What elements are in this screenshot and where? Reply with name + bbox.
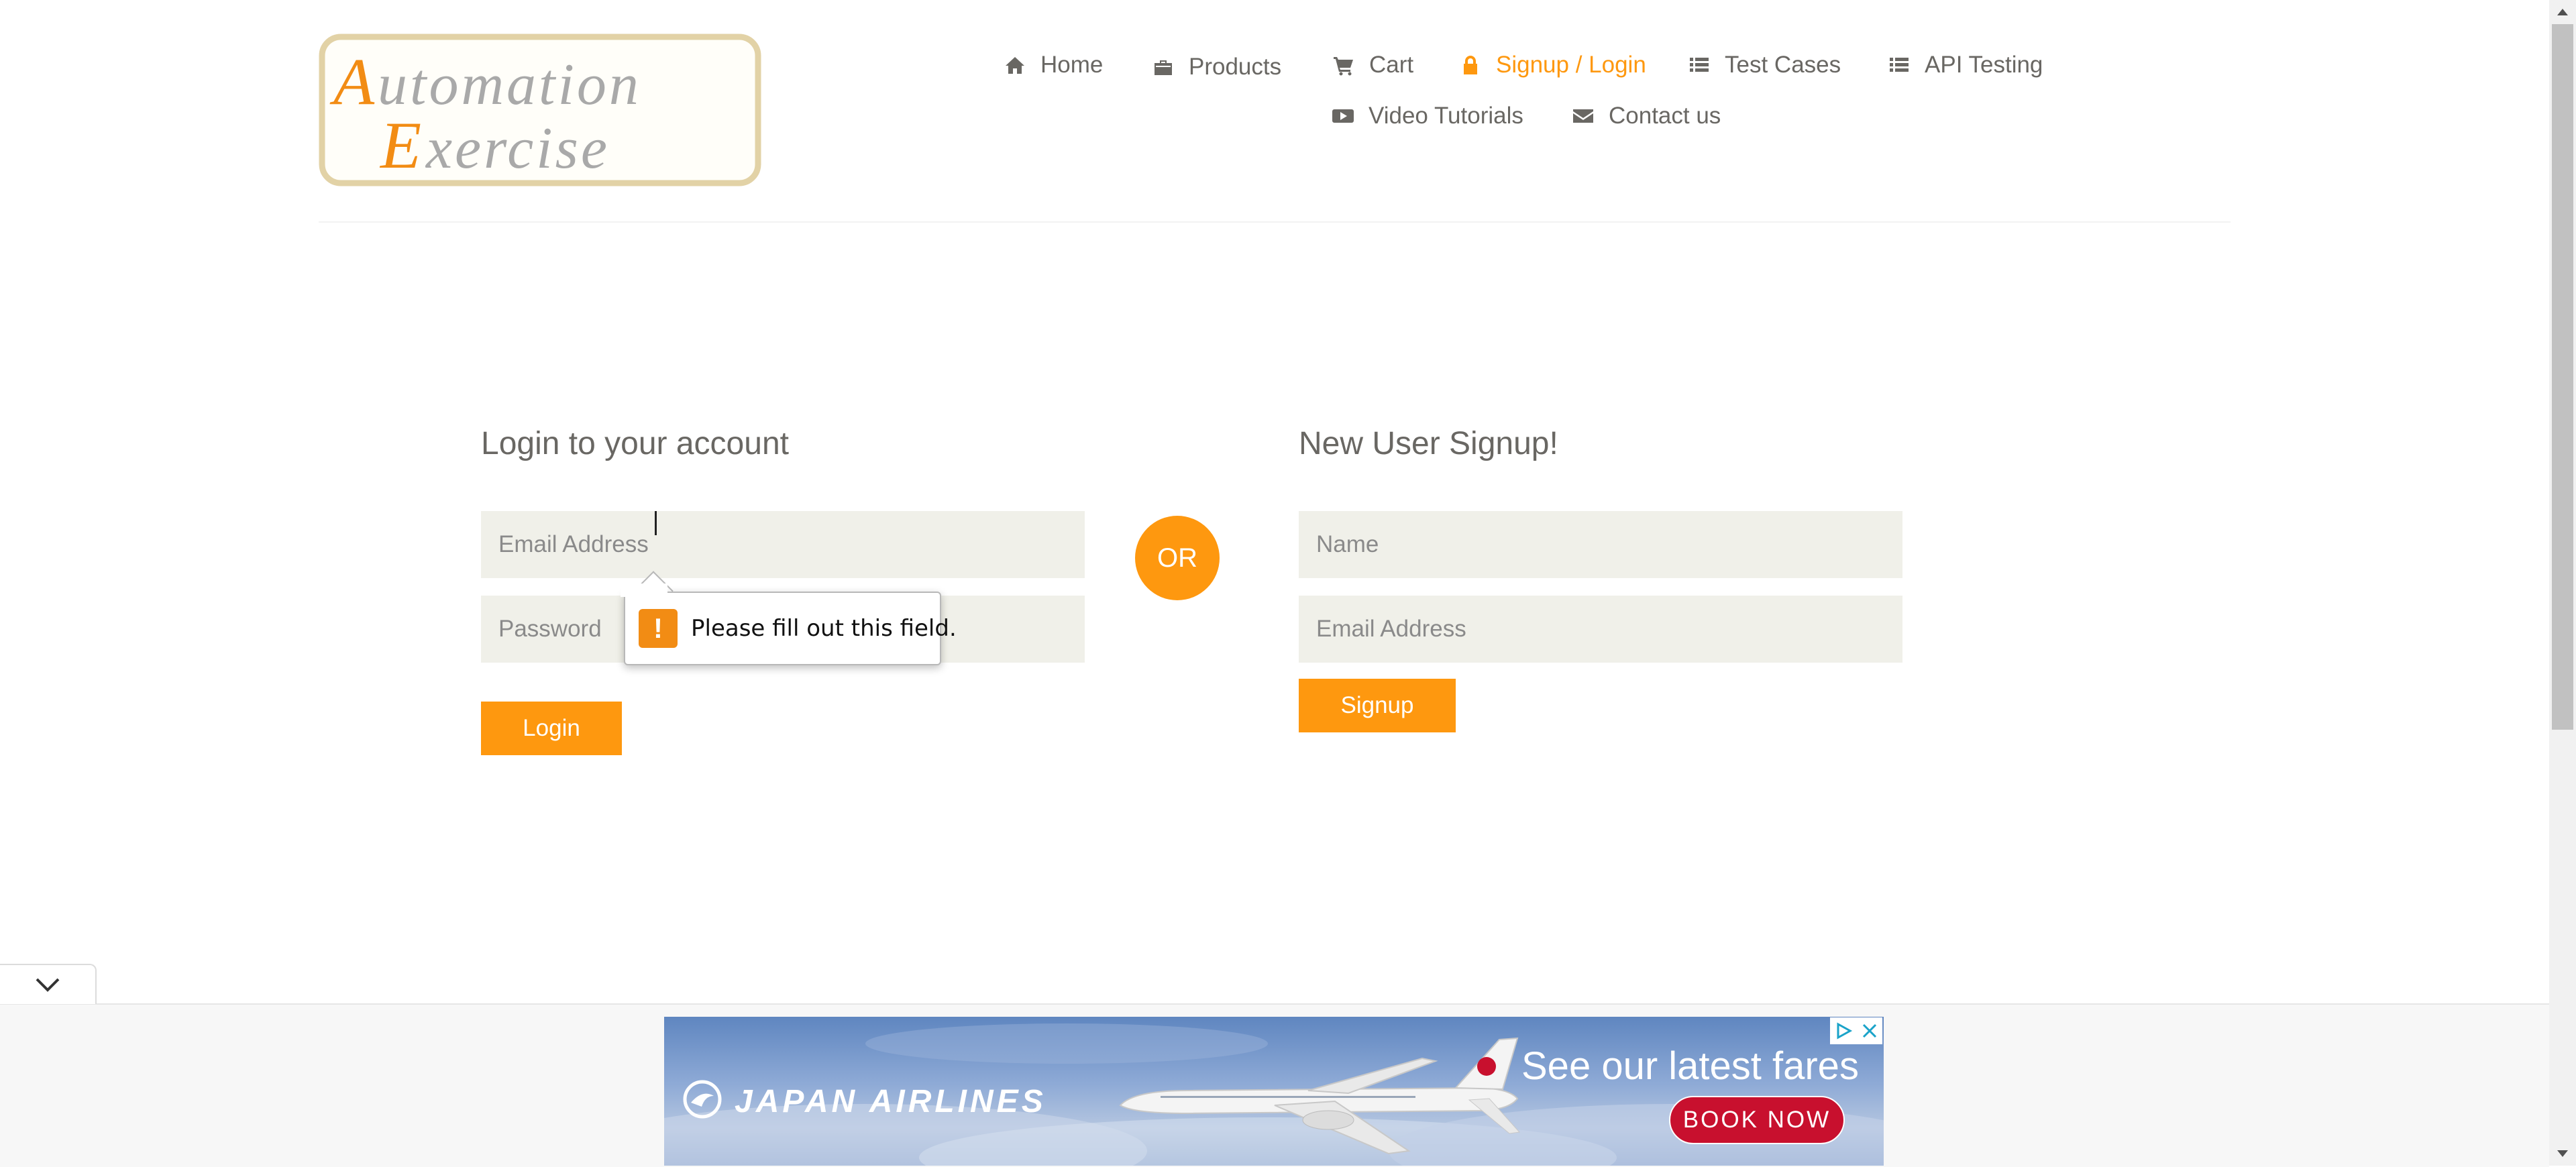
nav-api-testing-label: API Testing	[1925, 52, 2043, 78]
tooltip-arrow-mask	[621, 584, 667, 597]
login-email-input[interactable]	[481, 511, 1085, 578]
ad-headline: See our latest fares	[1521, 1044, 1859, 1088]
nav-test-cases-label: Test Cases	[1725, 52, 1841, 78]
nav-test-cases[interactable]: Test Cases	[1688, 52, 1841, 78]
nav-home[interactable]: Home	[1004, 52, 1103, 78]
nav-video-tutorials[interactable]: Video Tutorials	[1332, 103, 1523, 129]
signup-name-input[interactable]	[1299, 511, 1902, 578]
nav-video-tutorials-label: Video Tutorials	[1368, 103, 1523, 129]
login-heading: Login to your account	[481, 426, 789, 461]
youtube-icon	[1332, 109, 1354, 123]
scroll-down-button[interactable]	[2549, 1142, 2576, 1166]
site-logo[interactable]: A utomation E xercise	[319, 34, 761, 186]
ad-book-now-button[interactable]: BOOK NOW	[1669, 1096, 1845, 1144]
triangle-up-icon	[2557, 9, 2568, 15]
signup-button[interactable]: Signup	[1299, 679, 1456, 732]
ad-brand: JAPAN AIRLINES	[735, 1084, 1046, 1119]
nav-contact-us[interactable]: Contact us	[1572, 103, 1721, 129]
login-button[interactable]: Login	[481, 702, 622, 755]
signup-email-input[interactable]	[1299, 596, 1902, 663]
svg-text:xercise: xercise	[425, 116, 610, 181]
envelope-icon	[1573, 109, 1593, 123]
briefcase-icon	[1155, 60, 1172, 75]
jal-crane-logo-icon	[683, 1080, 722, 1119]
warning-icon: !	[639, 609, 678, 648]
validation-message: Please fill out this field.	[691, 615, 957, 642]
header-divider	[319, 221, 2231, 223]
nav-cart[interactable]: Cart	[1333, 52, 1413, 78]
nav-contact-us-label: Contact us	[1609, 103, 1721, 129]
list-icon	[1890, 58, 1909, 72]
text-caret	[655, 511, 657, 535]
lock-icon	[1464, 56, 1477, 74]
triangle-down-icon	[2557, 1150, 2568, 1157]
ad-choices-icon[interactable]	[1833, 1021, 1854, 1041]
nav-cart-label: Cart	[1369, 52, 1414, 78]
svg-text:A: A	[329, 44, 375, 119]
svg-text:E: E	[379, 108, 421, 182]
ad-collapse-button[interactable]	[0, 964, 97, 1004]
home-icon	[1006, 57, 1024, 74]
nav-signup-login[interactable]: Signup / Login	[1460, 52, 1646, 78]
chevron-down-icon	[36, 978, 60, 992]
close-icon[interactable]	[1860, 1021, 1880, 1041]
validation-tooltip: ! Please fill out this field.	[624, 592, 957, 665]
scroll-up-button[interactable]	[2549, 0, 2576, 24]
nav-signup-login-label: Signup / Login	[1496, 52, 1646, 78]
ad-choices[interactable]	[1830, 1017, 1882, 1044]
list-icon	[1690, 58, 1709, 72]
or-divider: OR	[1135, 516, 1220, 600]
airplane-image	[1119, 1037, 1521, 1155]
nav-products[interactable]: Products	[1152, 54, 1281, 80]
cart-icon	[1334, 57, 1353, 76]
nav-home-label: Home	[1040, 52, 1104, 78]
nav-api-testing[interactable]: API Testing	[1888, 52, 2043, 78]
scrollbar-thumb[interactable]	[2552, 24, 2573, 730]
nav-products-label: Products	[1189, 54, 1282, 80]
signup-heading: New User Signup!	[1299, 426, 1558, 461]
